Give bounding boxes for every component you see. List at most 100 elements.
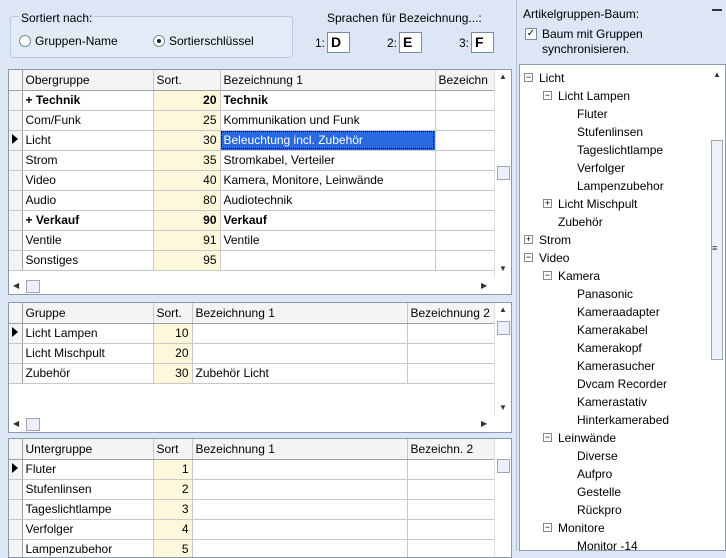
gruppe-grid[interactable]: Gruppe Sort. Bezeichnung 1 Bezeichnung 2… xyxy=(8,302,512,433)
horizontal-scrollbar[interactable]: ◀ ▶ xyxy=(9,416,496,432)
description-cell[interactable]: Beleuchtung incl. Zubehör xyxy=(220,130,436,151)
tree-node[interactable]: Rückpro xyxy=(577,501,622,519)
row-indicator[interactable] xyxy=(9,150,23,171)
table-row[interactable]: Tageslichtlampe 3 xyxy=(9,499,497,520)
scroll-thumb[interactable] xyxy=(497,459,510,473)
tree-node[interactable]: Licht Mischpult xyxy=(558,195,637,213)
tree-node[interactable]: Zubehör xyxy=(558,213,603,231)
table-row[interactable]: + Verkauf 90 Verkauf xyxy=(9,210,497,231)
collapse-icon[interactable]: − xyxy=(543,523,552,532)
name-cell[interactable]: Audio xyxy=(22,190,154,211)
name-cell[interactable]: Lampenzubehor xyxy=(22,539,154,557)
description-2-cell[interactable] xyxy=(407,499,497,520)
tree-node[interactable]: Hinterkamerabed xyxy=(577,411,669,429)
scroll-right-icon[interactable]: ▶ xyxy=(481,281,487,290)
description-2-cell[interactable] xyxy=(407,459,497,480)
table-row[interactable]: Ventile 91 Ventile xyxy=(9,230,497,251)
tree-node[interactable]: Monitor -14 xyxy=(577,537,638,550)
scroll-up-icon[interactable]: ▲ xyxy=(499,72,507,81)
row-indicator[interactable] xyxy=(9,90,23,111)
obergruppe-grid[interactable]: Obergruppe Sort. Bezeichnung 1 Bezeichn … xyxy=(8,69,512,295)
name-cell[interactable]: Sonstiges xyxy=(22,250,154,271)
description-2-cell[interactable] xyxy=(435,250,497,271)
row-indicator[interactable] xyxy=(9,539,23,557)
row-indicator[interactable] xyxy=(9,343,23,364)
sort-by-name-radio[interactable]: Gruppen-Name xyxy=(19,34,118,48)
row-indicator[interactable] xyxy=(9,170,23,191)
tree-scrollbar[interactable]: ▲ ≡ xyxy=(708,65,725,550)
row-indicator[interactable] xyxy=(9,250,23,271)
scroll-down-icon[interactable]: ▼ xyxy=(499,403,507,412)
sort-cell[interactable]: 91 xyxy=(153,230,221,251)
expand-icon[interactable]: + xyxy=(543,199,552,208)
row-indicator[interactable] xyxy=(9,110,23,131)
tree-node[interactable]: Kameraadapter xyxy=(577,303,660,321)
column-header-obergruppe[interactable]: Obergruppe xyxy=(22,70,154,91)
sort-cell[interactable]: 30 xyxy=(153,363,193,384)
name-cell[interactable]: + Verkauf xyxy=(22,210,154,231)
sort-cell[interactable]: 5 xyxy=(153,539,193,557)
collapse-icon[interactable]: − xyxy=(524,253,533,262)
scroll-thumb[interactable] xyxy=(497,166,510,180)
sort-cell[interactable]: 90 xyxy=(153,210,221,231)
description-cell[interactable]: Stromkabel, Verteiler xyxy=(220,150,436,171)
horizontal-scrollbar[interactable]: ◀ ▶ xyxy=(9,278,496,294)
description-2-cell[interactable] xyxy=(435,130,497,151)
table-row[interactable]: Licht Mischpult 20 xyxy=(9,343,497,364)
name-cell[interactable]: Video xyxy=(22,170,154,191)
table-row[interactable]: Stufenlinsen 2 xyxy=(9,479,497,500)
tree-node[interactable]: Dvcam Recorder xyxy=(577,375,667,393)
sort-cell[interactable]: 30 xyxy=(153,130,221,151)
column-header-sort[interactable]: Sort xyxy=(153,439,193,460)
vertical-scrollbar[interactable]: ▲ ▼ xyxy=(494,303,511,416)
description-cell[interactable] xyxy=(192,519,408,540)
column-header-bezeichnung-2[interactable]: Bezeichn. 2 xyxy=(407,439,497,460)
tree-node[interactable]: Fluter xyxy=(577,105,608,123)
sort-cell[interactable]: 80 xyxy=(153,190,221,211)
name-cell[interactable]: Stufenlinsen xyxy=(22,479,154,500)
column-header-sort[interactable]: Sort. xyxy=(153,303,193,324)
expand-icon[interactable]: + xyxy=(524,235,533,244)
sort-cell[interactable]: 25 xyxy=(153,110,221,131)
name-cell[interactable]: + Technik xyxy=(22,90,154,111)
tree-node[interactable]: Kamerasucher xyxy=(577,357,655,375)
description-cell[interactable]: Audiotechnik xyxy=(220,190,436,211)
group-tree[interactable]: ▲ ≡ − Licht − Licht Lampen Fluter Stufenlinse… xyxy=(519,64,726,551)
tree-node[interactable]: Aufpro xyxy=(577,465,612,483)
tree-node[interactable]: Kamerakabel xyxy=(577,321,648,339)
description-2-cell[interactable] xyxy=(407,539,497,557)
language-3-input[interactable]: F xyxy=(471,32,495,53)
scroll-thumb[interactable] xyxy=(497,321,510,335)
scroll-thumb[interactable] xyxy=(26,418,40,431)
row-indicator[interactable] xyxy=(9,190,23,211)
description-2-cell[interactable] xyxy=(435,190,497,211)
sort-cell[interactable]: 10 xyxy=(153,323,193,344)
description-cell[interactable]: Technik xyxy=(220,90,436,111)
name-cell[interactable]: Licht Lampen xyxy=(22,323,154,344)
table-row[interactable]: Lampenzubehor 5 xyxy=(9,539,497,557)
name-cell[interactable]: Ventile xyxy=(22,230,154,251)
table-row[interactable]: Fluter 1 xyxy=(9,459,497,480)
tree-node[interactable]: Panasonic xyxy=(577,285,633,303)
column-header-bezeichnung-2[interactable]: Bezeichn xyxy=(435,70,497,91)
row-indicator[interactable] xyxy=(9,210,23,231)
tree-node[interactable]: Verfolger xyxy=(577,159,625,177)
sort-cell[interactable]: 1 xyxy=(153,459,193,480)
collapse-icon[interactable]: − xyxy=(543,433,552,442)
name-cell[interactable]: Tageslichtlampe xyxy=(22,499,154,520)
tree-node[interactable]: Licht xyxy=(539,69,564,87)
tree-node[interactable]: Monitore xyxy=(558,519,605,537)
scroll-up-icon[interactable]: ▲ xyxy=(499,305,507,314)
tree-node[interactable]: Licht Lampen xyxy=(558,87,630,105)
minimize-icon[interactable] xyxy=(712,9,722,11)
radio-circle[interactable] xyxy=(19,35,31,47)
table-row[interactable]: + Technik 20 Technik xyxy=(9,90,497,111)
table-row[interactable]: Verfolger 4 xyxy=(9,519,497,540)
collapse-icon[interactable]: − xyxy=(543,91,552,100)
scroll-left-icon[interactable]: ◀ xyxy=(13,281,19,290)
table-row[interactable]: Com/Funk 25 Kommunikation und Funk xyxy=(9,110,497,131)
description-2-cell[interactable] xyxy=(435,230,497,251)
column-header-gruppe[interactable]: Gruppe xyxy=(22,303,154,324)
tree-node[interactable]: Stufenlinsen xyxy=(577,123,643,141)
column-header-untergruppe[interactable]: Untergruppe xyxy=(22,439,154,460)
